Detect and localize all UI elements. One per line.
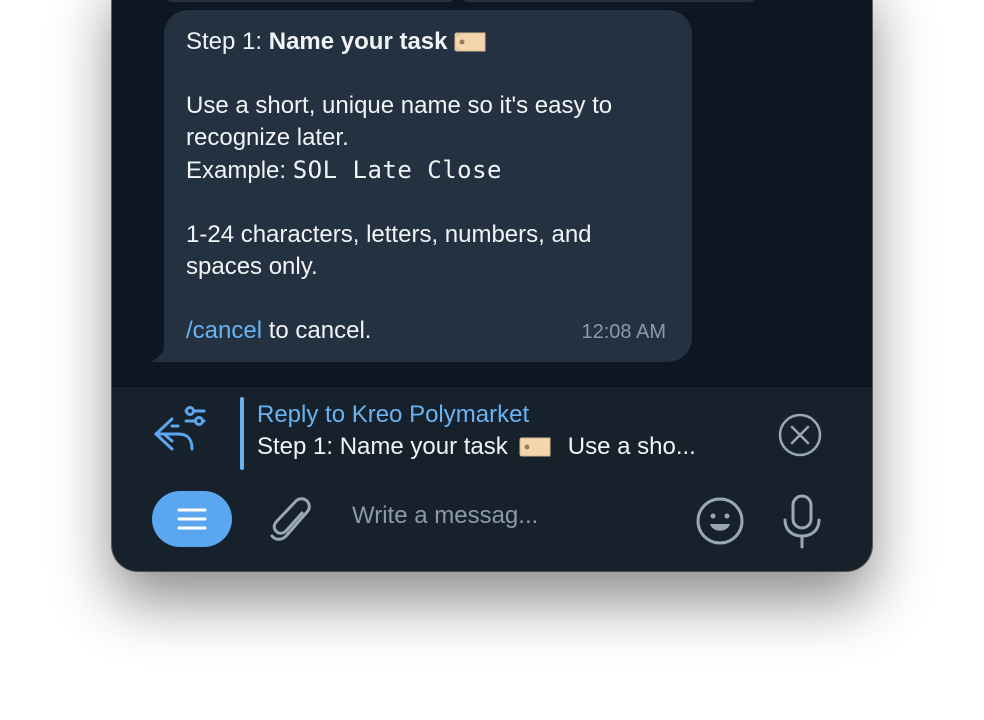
chat-window: Step 1: Name your task Use a short, uniq… bbox=[112, 0, 872, 571]
step-title: Name your task bbox=[268, 28, 448, 55]
menu-icon bbox=[177, 508, 207, 530]
reply-accent-line bbox=[240, 397, 244, 470]
close-reply-icon[interactable] bbox=[776, 411, 824, 459]
message-line: recognize later. bbox=[186, 124, 349, 151]
label-tag-icon bbox=[453, 31, 487, 53]
message-line: Use a short, unique name so it's easy to bbox=[186, 92, 613, 119]
message-composer bbox=[112, 473, 872, 571]
message-heading: Step 1: Name your task bbox=[186, 26, 670, 58]
message-timestamp: 12:08 AM bbox=[581, 321, 666, 343]
cancel-suffix: to cancel. bbox=[262, 317, 372, 344]
rules-line: spaces only. bbox=[186, 253, 318, 280]
bot-menu-button[interactable] bbox=[152, 491, 232, 547]
example-line: Example: SOL Late Close bbox=[186, 154, 670, 187]
rules-line: 1-24 characters, letters, numbers, and bbox=[186, 221, 592, 248]
reply-settings-icon[interactable] bbox=[152, 403, 208, 459]
previous-message-edge bbox=[166, 0, 454, 2]
label-tag-icon bbox=[518, 436, 552, 458]
step-prefix: Step 1: bbox=[186, 28, 269, 55]
example-code: SOL Late Close bbox=[292, 156, 503, 184]
reply-preview-text: Step 1: Name your task Use a sho... bbox=[257, 433, 696, 461]
message-input[interactable] bbox=[350, 493, 684, 539]
paperclip-icon[interactable] bbox=[268, 495, 316, 547]
reply-preview-end: Use a sho... bbox=[567, 433, 696, 460]
smiley-icon[interactable] bbox=[694, 495, 746, 547]
incoming-message-bubble[interactable]: Step 1: Name your task Use a short, uniq… bbox=[164, 10, 692, 362]
reply-preview-start: Step 1: Name your task bbox=[257, 433, 508, 460]
reply-preview-bar[interactable]: Reply to Kreo Polymarket Step 1: Name yo… bbox=[112, 387, 872, 473]
example-label: Example: bbox=[186, 157, 293, 184]
previous-message-edge bbox=[462, 0, 756, 2]
cancel-command-link[interactable]: /cancel bbox=[186, 317, 262, 344]
microphone-icon[interactable] bbox=[780, 493, 824, 549]
message-list[interactable]: Step 1: Name your task Use a short, uniq… bbox=[112, 0, 872, 386]
reply-title: Reply to Kreo Polymarket bbox=[257, 401, 530, 428]
